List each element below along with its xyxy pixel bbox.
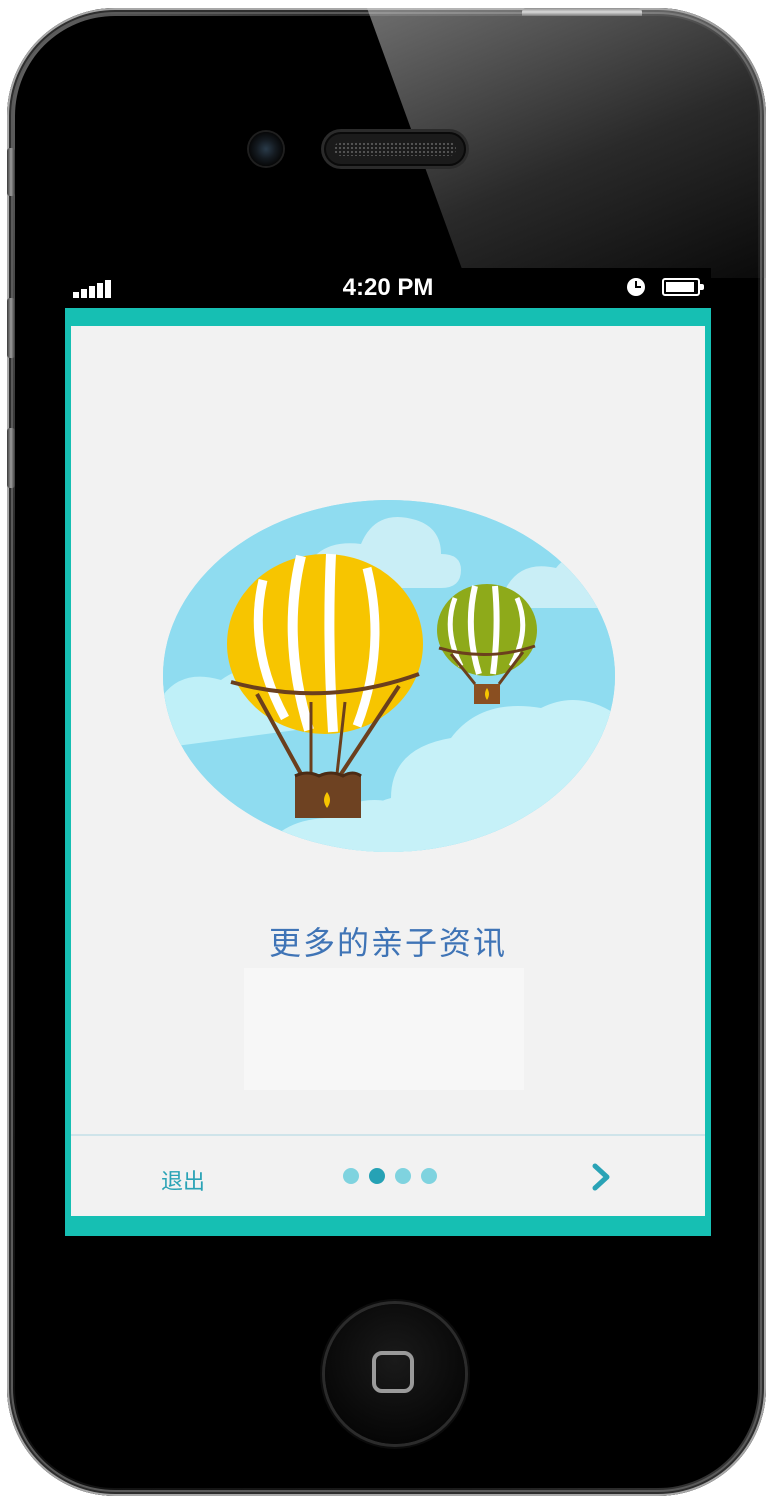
- volume-up-button[interactable]: [7, 298, 15, 358]
- caption-subtext-area: [244, 968, 524, 1090]
- screen: 4:20 PM 更多的亲子资讯 退出: [65, 268, 711, 1236]
- onboarding-caption: 更多的亲子资讯: [268, 924, 507, 962]
- footer-divider: [71, 1134, 705, 1136]
- status-bar: 4:20 PM: [65, 268, 711, 308]
- earpiece-speaker: [324, 132, 466, 166]
- home-square-icon: [372, 1351, 414, 1393]
- alarm-clock-icon: [627, 278, 645, 296]
- onboarding-screen: 更多的亲子资讯 退出: [65, 308, 711, 1236]
- volume-down-button[interactable]: [7, 428, 15, 488]
- mute-switch[interactable]: [7, 148, 15, 196]
- page-dot-4[interactable]: [421, 1168, 437, 1184]
- battery-icon: [662, 278, 704, 296]
- front-camera: [249, 132, 283, 166]
- next-button[interactable]: [583, 1160, 623, 1194]
- home-button[interactable]: [325, 1304, 465, 1444]
- power-button[interactable]: [522, 8, 642, 16]
- onboarding-content: 更多的亲子资讯 退出: [71, 326, 705, 1216]
- page-dot-1[interactable]: [343, 1168, 359, 1184]
- status-time: 4:20 PM: [342, 274, 434, 301]
- page-indicator: [343, 1168, 463, 1184]
- hot-air-balloons-illustration: [163, 500, 615, 852]
- exit-button[interactable]: 退出: [161, 1164, 205, 1196]
- page-dot-2-active[interactable]: [369, 1168, 385, 1184]
- page-dot-3[interactable]: [395, 1168, 411, 1184]
- chevron-right-icon: [592, 1163, 610, 1191]
